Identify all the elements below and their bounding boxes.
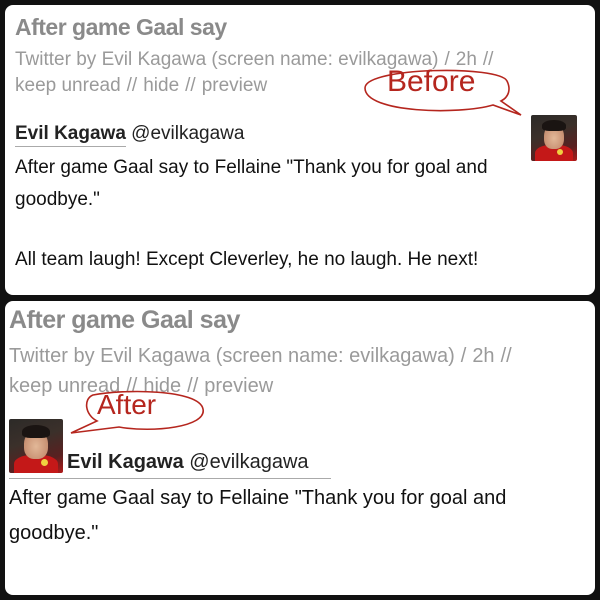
author-avatar[interactable] xyxy=(9,419,63,473)
author-name[interactable]: Evil Kagawa xyxy=(67,451,184,473)
article-meta-line1: Twitter by Evil Kagawa (screen name: evi… xyxy=(9,345,512,367)
tweet-line: All team laugh! Except Cleverley, he no … xyxy=(15,248,479,270)
article-title[interactable]: After game Gaal say xyxy=(15,14,227,41)
preview-link[interactable]: preview xyxy=(204,375,273,397)
after-label: After xyxy=(97,389,157,420)
tweet-line: goodbye." xyxy=(9,522,99,544)
keep-unread-link[interactable]: keep unread xyxy=(15,75,121,96)
tweet-line: After game Gaal say to Fellaine "Thank y… xyxy=(9,487,507,509)
author-handle[interactable]: @evilkagawa xyxy=(189,451,308,473)
tweet-line: goodbye." xyxy=(15,189,100,211)
preview-link[interactable]: preview xyxy=(202,75,267,96)
tweet-line: After game Gaal say to Fellaine "Thank y… xyxy=(15,157,488,178)
before-label: Before xyxy=(387,65,476,98)
article-actions: keep unread//hide//preview xyxy=(15,75,268,96)
after-panel: After game Gaal say Twitter by Evil Kaga… xyxy=(5,301,595,595)
tweet-author: Evil Kagawa @evilkagawa xyxy=(15,123,244,147)
tweet-body: After game Gaal say to Fellaine "Thank y… xyxy=(9,483,589,549)
article-title[interactable]: After game Gaal say xyxy=(9,306,240,335)
before-panel: After game Gaal say Twitter by Evil Kaga… xyxy=(5,5,595,295)
author-underline xyxy=(9,478,331,479)
author-name[interactable]: Evil Kagawa xyxy=(15,123,126,147)
meta-source[interactable]: Twitter by Evil Kagawa (screen name: evi… xyxy=(9,345,455,367)
tweet-body: After game Gaal say to Fellaine "Thank y… xyxy=(15,153,575,274)
hide-link[interactable]: hide xyxy=(143,75,179,96)
tweet-author: Evil Kagawa @evilkagawa xyxy=(67,451,309,474)
meta-time: 2h xyxy=(472,345,495,367)
author-handle[interactable]: @evilkagawa xyxy=(131,123,244,144)
